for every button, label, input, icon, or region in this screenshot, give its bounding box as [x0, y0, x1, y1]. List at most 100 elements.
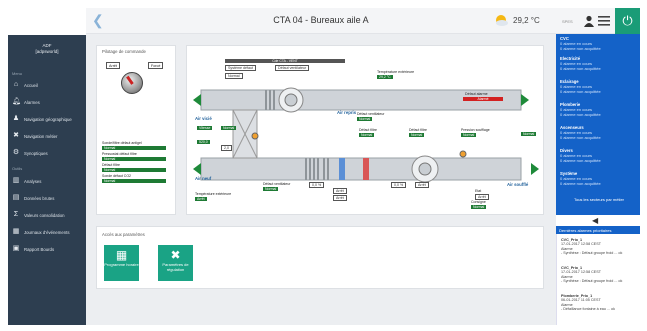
- percent-box-1: 0,0 %: [309, 182, 325, 188]
- gears-icon: ⚙: [12, 149, 20, 156]
- all-sectors-link[interactable]: Tous les secteurs par métier: [560, 197, 638, 203]
- sidebar-item-rapport[interactable]: ▣ Rapport Bourds: [12, 244, 84, 254]
- journal-icon: ▦: [12, 228, 20, 235]
- bell-icon: 🔔︎: [12, 98, 21, 105]
- air-souffle-label: Air soufflé: [507, 182, 529, 187]
- defaut-ventilo-label: Défaut ventilateur: [357, 112, 385, 116]
- sidebar: ADF [adpsworld] Menu ⌂ Accueil 🔔︎ Alarme…: [8, 35, 86, 325]
- sidebar-item-label: Synoptiques: [24, 150, 48, 156]
- alarm-fault-label: Défaut alarme: [465, 92, 488, 96]
- sidebar-item-accueil[interactable]: ⌂ Accueil: [12, 80, 84, 90]
- alarm-entry[interactable]: CVC_Prio_1 17-01-2017 12:58 CEST Alarme …: [561, 266, 637, 284]
- sonde-defaut-1-value: Normal: [102, 146, 166, 150]
- sonde-defaut-3-value: Normal: [102, 168, 166, 172]
- power-button[interactable]: ⏻: [615, 8, 640, 34]
- alarm-group-line: 0 alarme non acquittée: [560, 65, 601, 71]
- arret-box-1: Arrêt: [333, 188, 347, 194]
- alarm-entry-desc: - Défaillance fontaine à eau ... ok: [561, 307, 615, 312]
- sonde-defaut-3-label: Défaut filtre: [102, 163, 120, 167]
- sidebar-brand: ADF [adpsworld]: [8, 43, 86, 55]
- site-label: SPES: [562, 19, 573, 24]
- percent-box-2: 0,0 %: [391, 182, 407, 188]
- control-card-title: Pilotage de commande: [102, 49, 146, 54]
- person-pin-icon: ♟: [12, 115, 20, 122]
- sidebar-item-label: Valeurs consolidation: [24, 212, 65, 218]
- system-fault-box-2: Défaut ventilateur: [275, 65, 310, 71]
- sidebar-item-analyses[interactable]: ▥ Analyses: [12, 176, 84, 186]
- sidebar-item-journaux[interactable]: ▦ Journaux d'événements: [12, 227, 84, 237]
- top-bar: ❮ CTA 04 - Bureaux aile A 29,2 °C: [86, 8, 556, 34]
- regulation-settings-button[interactable]: ✖ Paramètres de régulation: [158, 245, 193, 281]
- schedule-button[interactable]: ▦ Programme horaire: [104, 245, 139, 281]
- weather-sun-icon: [496, 15, 508, 26]
- alarm-group-eclairage[interactable]: Eclairage 0 alarme en cours 0 alarme non…: [560, 79, 638, 94]
- chart-icon: ▥: [12, 177, 20, 184]
- sidebar-item-label: Alarmes: [24, 99, 40, 105]
- sonde-defaut-2-value: Normal: [102, 157, 166, 161]
- alarm-group-line: 0 alarme non acquittée: [560, 45, 601, 51]
- alarm-entry-desc: - Synthèse : Défaut groupe froid ... ok: [561, 251, 623, 256]
- etat-label: Etat: [475, 189, 482, 193]
- alarm-group-divers[interactable]: Divers 0 alarme en cours 0 alarme non ac…: [560, 148, 638, 163]
- control-card: [96, 45, 176, 215]
- sidebar-item-donnees-brutes[interactable]: ▤ Données brutes: [12, 193, 84, 203]
- sidebar-item-valeurs-consolidation[interactable]: Σ Valeurs consolidation: [12, 210, 84, 220]
- mode-forced-label[interactable]: Forcé: [148, 62, 164, 69]
- temp-ext-2-label: Température extérieure: [195, 192, 232, 196]
- sidebar-item-label: Journaux d'événements: [24, 229, 70, 235]
- alarm-entry[interactable]: CVC_Prio_1 17-01-2017 12:58 CEST Alarme …: [561, 238, 637, 256]
- alarm-group-line: 0 alarme non acquittée: [560, 134, 601, 140]
- consigne-label: Consigne: [471, 200, 486, 204]
- alarm-status: Alarmé: [463, 97, 503, 101]
- alarm-group-ascenseurs[interactable]: Ascenseurs 0 alarme en cours 0 alarme no…: [560, 125, 638, 140]
- fault-ok-box: Normal: [225, 73, 243, 79]
- sidebar-item-label: Accueil: [24, 82, 38, 88]
- sidebar-item-alarmes[interactable]: 🔔︎ Alarmes: [12, 97, 84, 107]
- alarm-group-line: 0 alarme non acquittée: [560, 180, 601, 186]
- normal-tag-7: Normal: [263, 187, 279, 191]
- normal-tag-6: Normal: [521, 132, 537, 136]
- sonde-defaut-4-value: Normal: [102, 179, 166, 183]
- alarm-group-plomberie[interactable]: Plomberie 0 alarme en cours 0 alarme non…: [560, 102, 638, 117]
- air-repris-label: Air repris: [337, 110, 357, 115]
- user-icon[interactable]: [583, 15, 595, 27]
- arret-box-3: Arrêt: [415, 182, 429, 188]
- defaut-label-lower: Défaut ventilateur: [263, 182, 291, 186]
- access-card-title: Accès aux paramètres: [102, 232, 145, 237]
- mode-off-label[interactable]: Arrêt: [106, 62, 120, 69]
- sigma-icon: Σ: [13, 211, 19, 218]
- alarm-group-cvc[interactable]: CVC 0 alarme en cours 0 alarme non acqui…: [560, 36, 638, 51]
- alarm-group-line: 0 alarme non acquittée: [560, 111, 601, 117]
- sonde-defaut-1-label: Sonde/filtre défaut antigel: [102, 141, 142, 145]
- normal-tag-4: Normal: [409, 133, 425, 137]
- menu-icon[interactable]: [598, 16, 610, 26]
- alarm-entry[interactable]: Plomberie_Prio_1 06-01-2017 11:05 CEST A…: [561, 294, 637, 312]
- collapse-left-icon[interactable]: ◀: [592, 216, 598, 225]
- alarm-group-line: 0 alarme non acquittée: [560, 157, 601, 163]
- sidebar-item-navigation-metier[interactable]: ✖ Navigation métier: [12, 131, 84, 141]
- outdoor-temp-label: Température extérieure: [377, 70, 415, 74]
- top-right-toolbar: SPES ⏻: [556, 8, 640, 34]
- sidebar-item-label: Navigation géographique: [24, 116, 72, 122]
- alarm-group-line: 0 alarme non acquittée: [560, 88, 601, 94]
- sonde-defaut-4-label: Sonde défaut CO2: [102, 174, 131, 178]
- system-fault-box: Système défaut: [225, 65, 256, 71]
- sidebar-item-label: Rapport Bourds: [24, 246, 55, 252]
- mode-selector-knob[interactable]: [121, 72, 143, 94]
- page-title: CTA 04 - Bureaux aile A: [273, 15, 369, 25]
- sidebar-item-synoptiques[interactable]: ⚙ Synoptiques: [12, 148, 84, 158]
- outdoor-temperature: 29,2 °C: [513, 16, 540, 25]
- air-neuf-label: Air neuf: [195, 176, 212, 181]
- normal-tag-2: Normal: [357, 117, 373, 121]
- alarm-group-electricite[interactable]: Electricité 0 alarme en cours 0 alarme n…: [560, 56, 638, 71]
- value-520: 520,0: [197, 140, 210, 144]
- sidebar-item-label: Navigation métier: [24, 133, 58, 139]
- tools-icon: ✖: [13, 132, 19, 139]
- normal-tag-8: Normal: [471, 205, 487, 209]
- synoptic-panel: Cde CTA - VENT Système défaut Défaut ven…: [186, 45, 544, 215]
- pression-label: Pression soufflage: [461, 128, 490, 132]
- alarm-group-systeme[interactable]: Système 0 alarme en cours 0 alarme non a…: [560, 171, 638, 186]
- tools-icon: ✖: [170, 248, 181, 262]
- defaut-filtre-label-2: Défaut filtre: [409, 128, 427, 132]
- sidebar-item-navigation-geographique[interactable]: ♟ Navigation géographique: [12, 114, 84, 124]
